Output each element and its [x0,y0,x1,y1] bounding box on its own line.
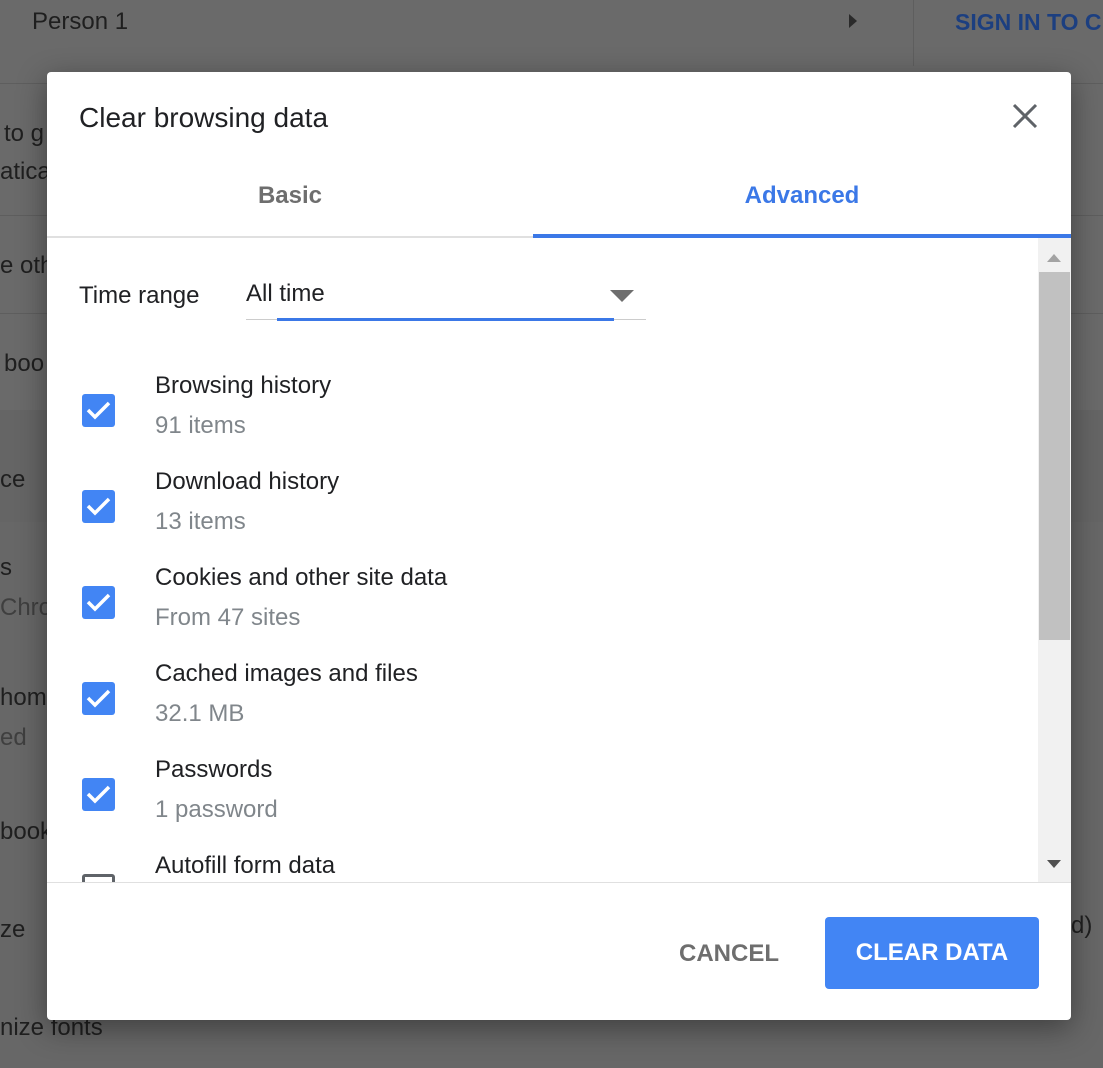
sign-in-link[interactable]: SIGN IN TO C [955,9,1102,36]
checkbox-item[interactable]: Cookies and other site data From 47 site… [47,564,1038,660]
checkmark-icon [86,785,111,804]
divider [913,0,914,66]
scrollbar-thumb[interactable] [1039,272,1070,640]
item-label: Browsing history [155,372,332,399]
checkmark-icon [86,593,111,612]
bg-text: atica [0,158,51,185]
bg-text: ed [0,724,27,751]
checkmark-icon [86,689,111,708]
tab-bar: Basic Advanced [47,162,1071,238]
clear-browsing-data-dialog: Clear browsing data Basic Advanced Time … [47,72,1071,1020]
checkbox[interactable] [82,778,115,811]
item-label: Passwords [155,756,273,783]
tab-basic[interactable]: Basic [47,162,533,238]
scrollbar[interactable] [1038,238,1071,882]
checkmark-icon [86,401,111,420]
checkbox[interactable] [82,682,115,715]
dropdown-arrow-icon [610,290,634,302]
time-range-select[interactable]: All time [246,278,646,321]
checkbox[interactable] [82,874,115,882]
bg-text: ze [0,916,26,943]
bg-text: boo [4,350,45,377]
item-subtext: From 47 sites [155,604,301,631]
bg-text: e oth [0,252,54,279]
checkbox[interactable] [82,490,115,523]
profile-name: Person 1 [32,8,129,35]
checkbox-item[interactable]: Autofill form data [47,852,1038,882]
item-subtext: 1 password [155,796,278,823]
caret-right-icon [849,14,857,28]
checkbox-item[interactable]: Download history 13 items [47,468,1038,564]
item-label: Autofill form data [155,852,336,879]
bg-text: ce [0,466,26,493]
checkbox-item[interactable]: Browsing history 91 items [47,372,1038,468]
time-range-label: Time range [79,282,200,309]
scroll-up-arrow-icon[interactable] [1047,254,1061,262]
bg-text: d) [1071,912,1093,939]
dialog-footer: CANCEL CLEAR DATA [47,882,1071,1020]
tab-advanced[interactable]: Advanced [533,162,1071,238]
bg-text: to g [4,120,45,147]
item-label: Cached images and files [155,660,418,687]
dialog-content: Time range All time Browsing history 91 … [47,238,1038,882]
item-label: Download history [155,468,340,495]
dialog-title: Clear browsing data [79,102,329,133]
checkbox[interactable] [82,394,115,427]
bg-text: Chro [0,594,53,621]
scroll-down-arrow-icon[interactable] [1047,860,1061,868]
cancel-button[interactable]: CANCEL [657,919,801,989]
close-icon[interactable] [1009,100,1041,132]
checkbox-item[interactable]: Cached images and files 32.1 MB [47,660,1038,756]
item-subtext: 91 items [155,412,246,439]
time-range-value: All time [246,280,325,307]
checkmark-icon [86,497,111,516]
focus-underline [277,318,614,321]
clear-data-button[interactable]: CLEAR DATA [825,917,1039,989]
checkbox[interactable] [82,586,115,619]
item-subtext: 32.1 MB [155,700,245,727]
item-subtext: 13 items [155,508,246,535]
item-label: Cookies and other site data [155,564,448,591]
bg-text: s [0,554,12,581]
checkbox-item[interactable]: Passwords 1 password [47,756,1038,852]
bg-text: book [0,818,53,845]
